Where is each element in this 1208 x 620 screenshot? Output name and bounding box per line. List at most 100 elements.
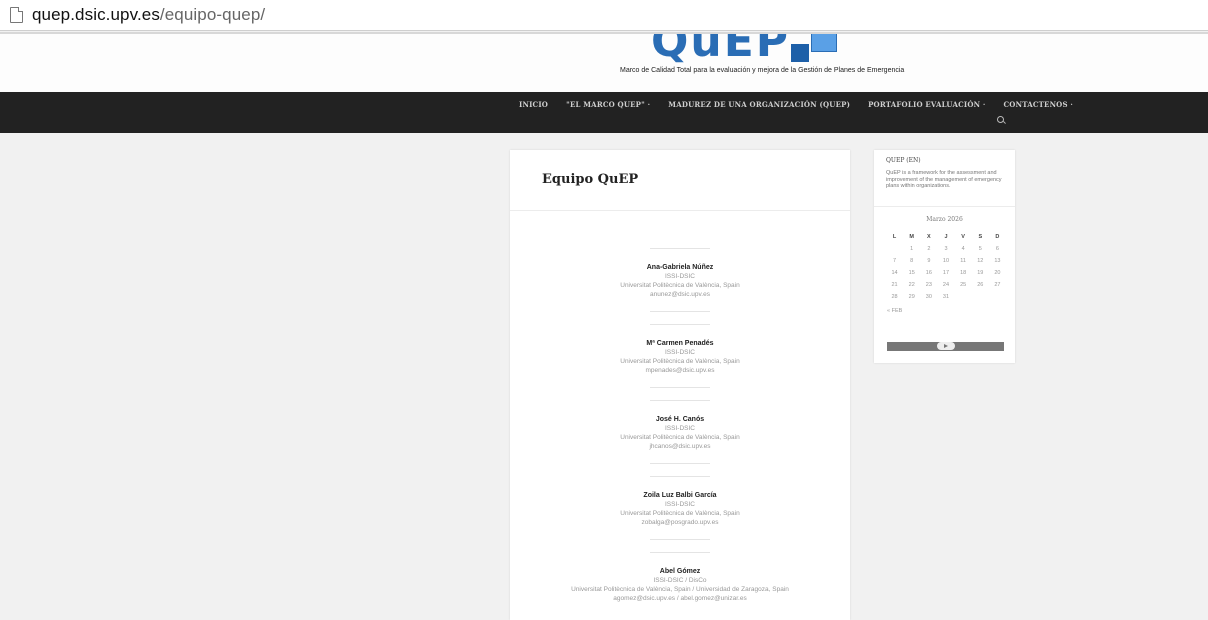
member-divider [650, 324, 710, 325]
member-email[interactable]: agomez@dsic.upv.es / abel.gomez@unizar.e… [510, 594, 850, 603]
member-dept: ISSI-DSIC [665, 273, 695, 280]
calendar-day: 5 [978, 246, 982, 252]
calendar-day [989, 291, 1006, 303]
member-email[interactable]: jhcanos@dsic.upv.es [510, 442, 850, 451]
nav-menu: INICIO "EL MARCO QUEP" · MADUREZ DE UNA … [519, 100, 1091, 109]
calendar-weekday: M [909, 233, 914, 240]
calendar-day: 2 [927, 246, 931, 252]
calendar-week: 7 8 9 10 11 12 13 [886, 255, 1006, 267]
calendar: L M X J V S D 1 2 3 4 5 6 7 8 9 10 11 12… [886, 230, 1006, 303]
calendar-prev-link[interactable]: « FEB [887, 308, 902, 314]
calendar-week: 21 22 23 24 25 26 27 [886, 279, 1006, 291]
calendar-weekday: S [978, 233, 983, 240]
calendar-day: 16 [925, 270, 932, 276]
logo-cube [811, 34, 837, 52]
page-title: Equipo QuEP [542, 172, 639, 187]
member-divider [650, 311, 710, 312]
calendar-day: 24 [942, 282, 950, 288]
calendar-day: 26 [977, 282, 984, 288]
member-dept: ISSI-DSIC [665, 501, 695, 508]
url-text[interactable]: quep.dsic.upv.es/equipo-quep/ [32, 5, 265, 25]
search-icon[interactable] [997, 116, 1004, 123]
member-org: Universitat Politècnica de València, Spa… [620, 358, 740, 365]
calendar-day: 13 [994, 258, 1001, 264]
calendar-day: 12 [977, 258, 984, 264]
member-name: Ana-Gabriela Núñez [646, 264, 714, 271]
nav-item-portafolio[interactable]: PORTAFOLIO EVALUACIÓN · [868, 100, 985, 109]
calendar-day: 29 [908, 294, 915, 300]
member-dept: ISSI-DSIC / DisCo [653, 577, 707, 584]
play-icon[interactable] [937, 342, 955, 350]
page-icon [10, 7, 23, 23]
calendar-day: 19 [977, 270, 984, 276]
title-separator [510, 210, 850, 211]
nav-item-inicio[interactable]: INICIO [519, 100, 548, 109]
member-org: Universitat Politècnica de València, Spa… [620, 510, 740, 517]
calendar-day [972, 291, 989, 303]
calendar-day: 23 [925, 282, 932, 288]
calendar-day [955, 291, 972, 303]
member-dept: ISSI-DSIC [665, 349, 695, 356]
team-member: José H. Canós ISSI-DSIC Universitat Poli… [510, 400, 850, 464]
member-divider [650, 552, 710, 553]
calendar-day: 8 [910, 258, 914, 264]
member-org: Universitat Politècnica de València, Spa… [620, 282, 740, 289]
nav-item-el-marco-quep[interactable]: "EL MARCO QUEP" · [566, 100, 650, 109]
team-member: Abel Gómez ISSI-DSIC / DisCo Universitat… [510, 552, 850, 603]
member-name: Zoila Luz Balbi García [643, 492, 717, 499]
calendar-day: 30 [925, 294, 932, 300]
calendar-day: 6 [995, 246, 999, 252]
calendar-day: 1 [910, 246, 914, 252]
member-name: Abel Gómez [659, 568, 701, 575]
member-org: Universitat Politècnica de València, Spa… [620, 434, 740, 441]
member-email[interactable]: mpenades@dsic.upv.es [510, 366, 850, 375]
calendar-day: 11 [960, 258, 966, 264]
calendar-day: 4 [961, 246, 965, 252]
calendar-weekday: L [892, 233, 897, 240]
widget-separator [874, 206, 1015, 207]
calendar-day: 14 [891, 270, 898, 276]
widget-title: QUEP (EN) [886, 157, 921, 164]
calendar-day: 7 [893, 258, 897, 264]
calendar-day: 25 [960, 282, 967, 288]
nav-item-madurez[interactable]: MADUREZ DE UNA ORGANIZACIÓN (QUEP) [668, 100, 850, 109]
url-host: quep.dsic.upv.es [32, 5, 160, 24]
calendar-day: 15 [908, 270, 915, 276]
member-divider [650, 539, 710, 540]
member-name: Mª Carmen Penadés [646, 340, 714, 347]
member-divider [650, 387, 710, 388]
calendar-weekday: X [927, 233, 931, 240]
member-email[interactable]: anunez@dsic.upv.es [510, 290, 850, 299]
calendar-day: 22 [908, 282, 915, 288]
sidebar: QUEP (EN) QuEP is a framework for the as… [874, 150, 1015, 363]
calendar-weekday: V [961, 233, 965, 240]
calendar-day: 28 [891, 294, 898, 300]
calendar-day [886, 243, 903, 255]
calendar-day: 27 [994, 282, 1001, 288]
calendar-caption: Marzo 2026 [926, 216, 963, 223]
calendar-day: 20 [994, 270, 1001, 276]
site-tagline: Marco de Calidad Total para la evaluació… [620, 67, 905, 74]
member-org: Universitat Politècnica de València, Spa… [571, 586, 789, 593]
team-member: Zoila Luz Balbi García ISSI-DSIC Univers… [510, 476, 850, 540]
calendar-weekday: J [944, 233, 948, 240]
calendar-week: 14 15 16 17 18 19 20 [886, 267, 1006, 279]
team-member: Mª Carmen Penadés ISSI-DSIC Universitat … [510, 324, 850, 388]
calendar-week: 28 29 30 31 [886, 291, 1006, 303]
url-path: /equipo-quep/ [159, 5, 266, 24]
calendar-day: 17 [942, 270, 950, 276]
site-logo[interactable]: QuEP [651, 34, 841, 68]
nav-item-contactenos[interactable]: CONTACTENOS · [1004, 100, 1073, 109]
member-email[interactable]: zobalga@posgrado.upv.es [510, 518, 850, 527]
content-card: Equipo QuEP Ana-Gabriela Núñez ISSI-DSIC… [510, 150, 850, 620]
member-divider [650, 400, 710, 401]
calendar-header-row: L M X J V S D [886, 230, 1006, 243]
calendar-day: 31 [942, 294, 950, 300]
member-name: José H. Canós [655, 416, 705, 423]
widget-text: QuEP is a framework for the assessment a… [886, 170, 1002, 189]
video-player[interactable] [887, 342, 1004, 351]
calendar-week: 1 2 3 4 5 6 [886, 243, 1006, 255]
calendar-weekday: D [995, 233, 1000, 240]
site-header: QuEP Marco de Calidad Total para la eval… [0, 34, 1208, 92]
address-bar[interactable]: quep.dsic.upv.es/equipo-quep/ [0, 0, 1208, 31]
